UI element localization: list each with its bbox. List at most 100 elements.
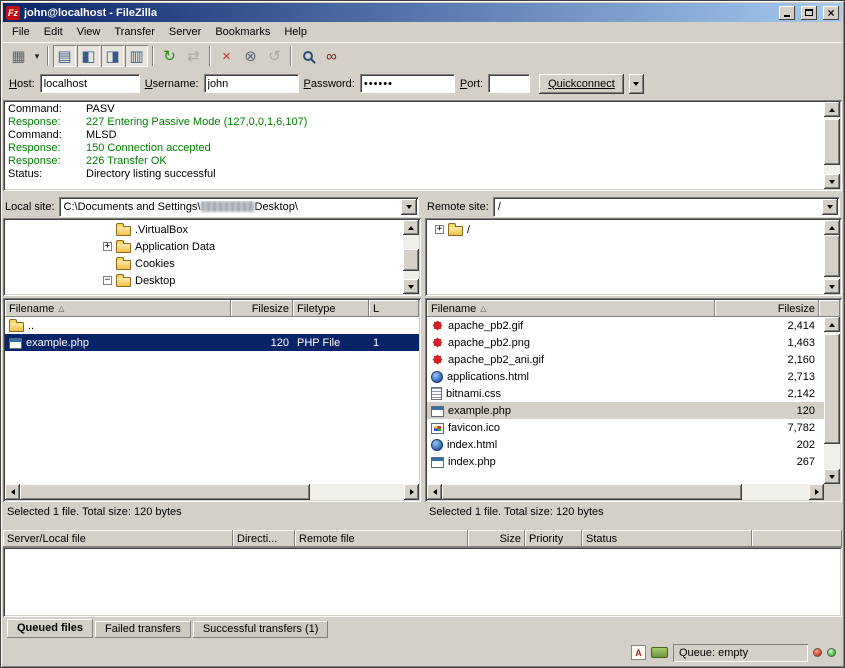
- scroll-up-button[interactable]: [824, 102, 840, 117]
- scrollbar-thumb[interactable]: [824, 334, 840, 444]
- tree-item[interactable]: .VirtualBox: [5, 221, 403, 238]
- menu-transfer[interactable]: Transfer: [107, 23, 162, 41]
- filter-icon[interactable]: [296, 45, 319, 67]
- tree-item[interactable]: −Desktop: [5, 272, 403, 289]
- remote-site-combo-dropdown[interactable]: [822, 199, 838, 215]
- scroll-left-button[interactable]: [427, 484, 442, 500]
- file-row[interactable]: apache_pb2.gif2,414: [427, 317, 824, 334]
- file-row[interactable]: example.php120PHP File1: [5, 334, 419, 351]
- quickconnect-dropdown[interactable]: [629, 74, 644, 94]
- disconnect-icon[interactable]: ⊗: [239, 45, 262, 67]
- expand-icon[interactable]: +: [435, 225, 444, 234]
- password-input[interactable]: [360, 74, 455, 93]
- minimize-button[interactable]: [779, 6, 795, 20]
- queue-tabs: Queued filesFailed transfersSuccessful t…: [3, 617, 842, 640]
- tree-item[interactable]: +/: [427, 221, 824, 238]
- find-icon[interactable]: ∞: [320, 45, 343, 67]
- scroll-left-button[interactable]: [5, 484, 20, 500]
- queue-column-header[interactable]: Size: [468, 530, 525, 547]
- menu-view[interactable]: View: [70, 23, 108, 41]
- queue-column-header[interactable]: Status: [582, 530, 752, 547]
- site-manager-dropdown[interactable]: ▾: [31, 45, 43, 67]
- scrollbar-thumb[interactable]: [403, 249, 419, 271]
- collapse-icon[interactable]: −: [103, 276, 112, 285]
- scroll-right-button[interactable]: [809, 484, 824, 500]
- column-header-filesize[interactable]: Filesize: [231, 300, 293, 317]
- local-site-combo-dropdown[interactable]: [401, 199, 417, 215]
- column-header-l[interactable]: L: [369, 300, 419, 317]
- column-header-filename[interactable]: Filename△: [427, 300, 715, 317]
- toggle-local-tree-icon[interactable]: ◧: [77, 45, 100, 67]
- process-queue-icon[interactable]: ⇄: [182, 45, 205, 67]
- remote-site-combo[interactable]: /: [493, 197, 840, 217]
- port-input[interactable]: [488, 74, 530, 93]
- transfer-queue[interactable]: [3, 547, 842, 617]
- scrollbar-thumb[interactable]: [824, 235, 840, 277]
- toggle-queue-icon[interactable]: ▥: [125, 45, 148, 67]
- file-row[interactable]: apache_pb2_ani.gif2,160: [427, 351, 824, 368]
- tab-failed-transfers[interactable]: Failed transfers: [95, 621, 191, 638]
- file-row[interactable]: example.php120: [427, 402, 824, 419]
- reconnect-icon[interactable]: ↺: [263, 45, 286, 67]
- menu-bookmarks[interactable]: Bookmarks: [208, 23, 277, 41]
- arrow-up-icon: [829, 323, 835, 327]
- local-site-combo[interactable]: C:\Documents and Settings\Desktop\: [59, 197, 419, 217]
- column-header-filename[interactable]: Filename△: [5, 300, 231, 317]
- queue-column-header[interactable]: Remote file: [295, 530, 468, 547]
- scroll-up-button[interactable]: [403, 220, 419, 235]
- scrollbar-thumb[interactable]: [824, 119, 840, 165]
- file-row[interactable]: index.php267: [427, 453, 824, 470]
- file-row[interactable]: index.html202: [427, 436, 824, 453]
- arrow-right-icon: [815, 489, 819, 495]
- scroll-down-button[interactable]: [824, 279, 840, 294]
- scroll-up-button[interactable]: [824, 317, 840, 332]
- host-input[interactable]: [40, 74, 140, 93]
- menu-edit[interactable]: Edit: [37, 23, 70, 41]
- close-button[interactable]: ×: [823, 6, 839, 20]
- file-row[interactable]: favicon.ico7,782: [427, 419, 824, 436]
- quickconnect-button[interactable]: Quickconnect: [539, 74, 624, 94]
- expand-icon[interactable]: +: [103, 242, 112, 251]
- scroll-up-button[interactable]: [824, 220, 840, 235]
- tree-item[interactable]: Cookies: [5, 255, 403, 272]
- vertical-scrollbar[interactable]: [824, 220, 840, 294]
- column-header-filesize[interactable]: Filesize: [715, 300, 819, 317]
- refresh-icon[interactable]: ↻: [158, 45, 181, 67]
- queue-column-header[interactable]: Server/Local file: [3, 530, 233, 547]
- file-row[interactable]: apache_pb2.png1,463: [427, 334, 824, 351]
- scrollbar-thumb[interactable]: [442, 484, 742, 500]
- maximize-button[interactable]: [801, 6, 817, 20]
- queue-column-header[interactable]: Priority: [525, 530, 582, 547]
- scroll-down-button[interactable]: [824, 174, 840, 189]
- queue-column-header[interactable]: Directi...: [233, 530, 295, 547]
- maximize-icon: [805, 9, 813, 16]
- horizontal-scrollbar[interactable]: [5, 484, 419, 500]
- site-manager-icon[interactable]: ▦: [7, 45, 30, 67]
- column-header-filetype[interactable]: Filetype: [293, 300, 369, 317]
- vertical-scrollbar[interactable]: [403, 220, 419, 294]
- message-log: Command:PASVResponse:227 Entering Passiv…: [3, 100, 842, 191]
- scroll-right-button[interactable]: [404, 484, 419, 500]
- horizontal-scrollbar[interactable]: [427, 484, 824, 500]
- cancel-icon[interactable]: ×: [215, 45, 238, 67]
- username-input[interactable]: [204, 74, 299, 93]
- menu-file[interactable]: File: [5, 23, 37, 41]
- file-row[interactable]: ..: [5, 317, 419, 334]
- file-row[interactable]: applications.html2,713: [427, 368, 824, 385]
- scrollbar-thumb[interactable]: [20, 484, 310, 500]
- vertical-scrollbar[interactable]: [824, 317, 840, 484]
- tab-queued-files[interactable]: Queued files: [7, 619, 93, 638]
- toggle-remote-tree-icon[interactable]: ◨: [101, 45, 124, 67]
- encryption-icon[interactable]: [651, 647, 668, 658]
- scroll-down-button[interactable]: [824, 469, 840, 484]
- scroll-down-button[interactable]: [403, 279, 419, 294]
- menu-server[interactable]: Server: [162, 23, 208, 41]
- tree-item[interactable]: +Application Data: [5, 238, 403, 255]
- vertical-scrollbar[interactable]: [824, 102, 840, 189]
- toggle-log-icon[interactable]: ▤: [53, 45, 76, 67]
- file-row[interactable]: bitnami.css2,142: [427, 385, 824, 402]
- tab-successful-transfers-1[interactable]: Successful transfers (1): [193, 621, 329, 638]
- transfer-type-icon[interactable]: A: [631, 645, 646, 660]
- splitter-horizontal[interactable]: [3, 522, 842, 530]
- menu-help[interactable]: Help: [277, 23, 314, 41]
